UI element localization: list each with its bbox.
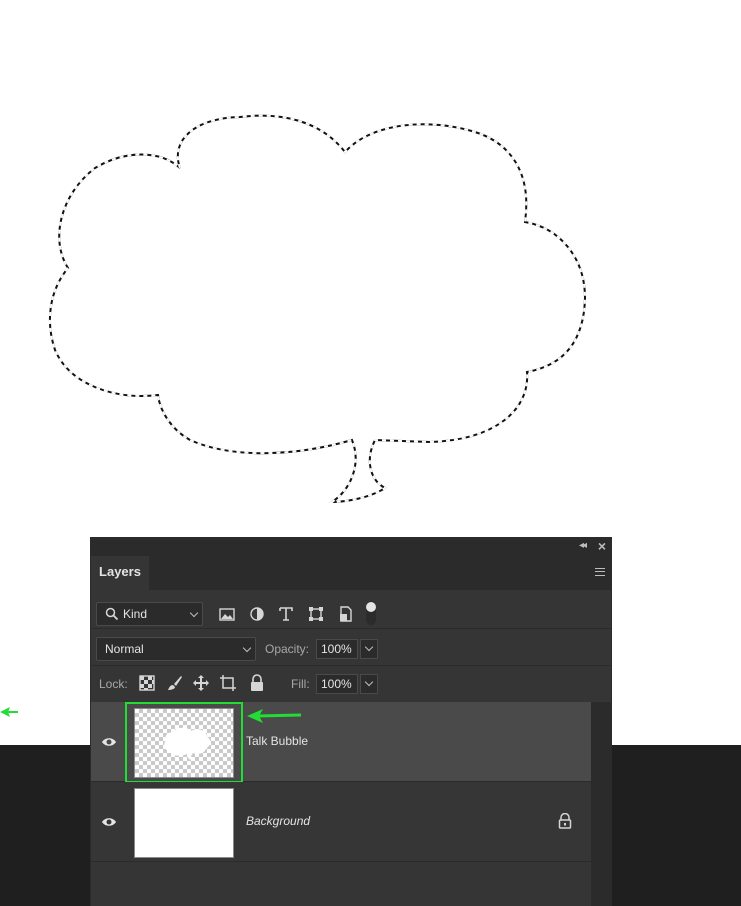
filter-kind-dropdown[interactable]: Kind [96,602,203,626]
chevron-down-icon [242,643,252,653]
search-icon [105,607,119,621]
lock-transparent-pixels-icon[interactable] [138,674,156,692]
filter-toggle-icon[interactable] [365,600,377,626]
layer-name[interactable]: Talk Bubble [246,734,308,748]
layers-options: Kind Normal Opacity: 100% Lock: Fill: 10… [91,590,611,702]
layer-row-talk-bubble[interactable]: Talk Bubble [91,702,591,783]
blend-mode-dropdown[interactable]: Normal [96,637,256,661]
adjustment-filter-icon[interactable] [248,605,266,623]
layer-thumbnail[interactable] [134,788,234,858]
thumbnail-highlight-box [125,702,243,783]
layer-row-background[interactable]: Background [91,782,591,862]
layers-panel: ◂◂ × Layers Kind Normal Opacity: 100% Lo… [90,537,612,906]
lock-artboard-icon[interactable] [219,674,237,692]
partial-arrow-icon [0,707,18,717]
tab-layers[interactable]: Layers [91,556,149,590]
lock-position-icon[interactable] [192,674,210,692]
lock-icon[interactable] [558,813,572,829]
lock-image-pixels-icon[interactable] [166,674,184,692]
image-filter-icon[interactable] [218,605,236,623]
visibility-eye-icon[interactable] [101,816,117,828]
smart-object-filter-icon[interactable] [337,605,355,623]
layer-name[interactable]: Background [246,814,310,828]
lock-all-icon[interactable] [248,674,266,692]
scrollbar[interactable] [591,702,611,906]
panel-tab-bar: Layers [91,556,611,590]
collapse-panel-icon[interactable]: ◂◂ [579,540,587,551]
panel-title-bar[interactable]: ◂◂ × [91,538,611,556]
blend-mode-value: Normal [105,642,144,656]
divider [91,628,611,629]
opacity-slider-toggle[interactable] [360,639,378,659]
opacity-input[interactable]: 100% [316,639,358,659]
pointer-arrow-icon [247,709,302,723]
lock-label: Lock: [99,677,128,691]
shape-filter-icon[interactable] [307,605,325,623]
type-filter-icon[interactable] [277,605,295,623]
talk-bubble-shape [48,114,587,504]
fill-label: Fill: [291,677,310,691]
close-icon[interactable]: × [598,538,606,554]
opacity-label: Opacity: [265,642,310,656]
fill-input[interactable]: 100% [316,674,358,694]
visibility-eye-icon[interactable] [101,736,117,748]
divider [91,665,611,666]
filter-kind-label: Kind [123,607,148,621]
fill-slider-toggle[interactable] [360,674,378,694]
chevron-down-icon [189,608,199,618]
layer-list: Talk Bubble Background [91,702,611,906]
panel-menu-icon[interactable] [595,568,605,576]
